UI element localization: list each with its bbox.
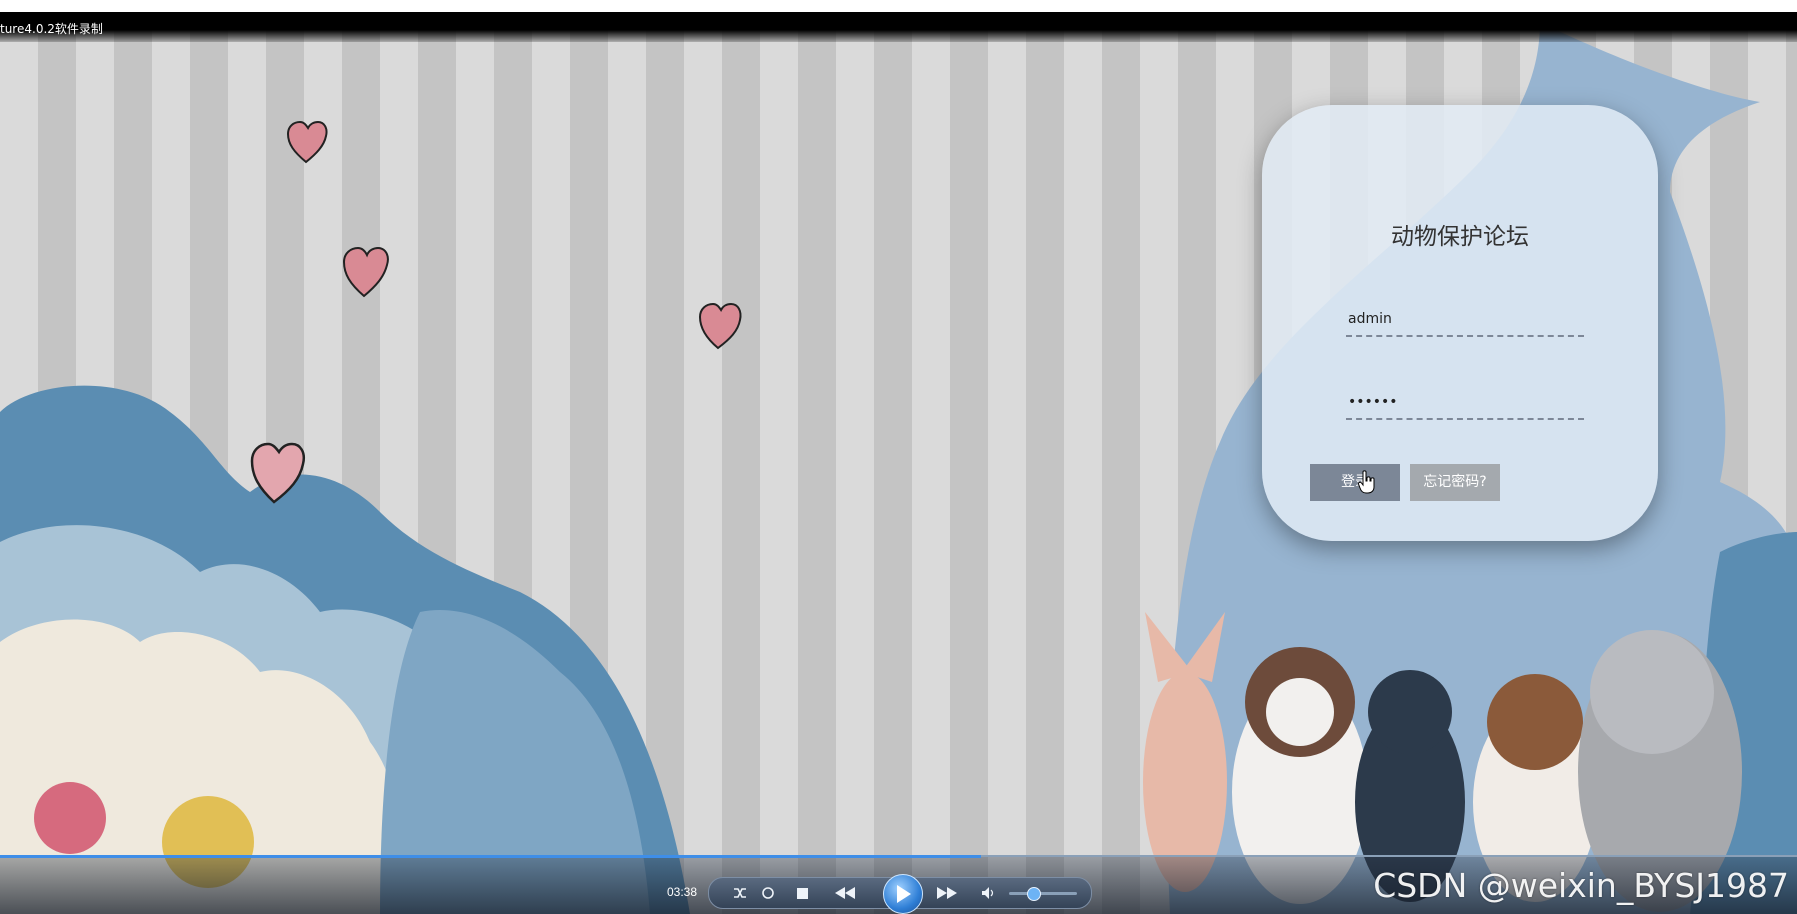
login-button[interactable]: 登录 — [1310, 464, 1400, 501]
recorder-title-bar: ture4.0.2软件录制 — [0, 12, 1797, 42]
csdn-watermark: CSDN @weixin_BYSJ1987 — [1373, 866, 1789, 905]
play-icon — [897, 885, 911, 903]
recorder-title: ture4.0.2软件录制 — [0, 22, 103, 36]
volume-slider[interactable] — [1009, 887, 1077, 901]
heart-icon — [286, 120, 328, 164]
playback-time: 03:38 — [667, 885, 698, 899]
repeat-icon[interactable] — [757, 878, 779, 908]
login-card: 动物保护论坛 admin •••••• 登录 忘记密码? — [1262, 105, 1658, 541]
volume-icon[interactable] — [977, 878, 999, 908]
password-input[interactable]: •••••• — [1346, 386, 1584, 420]
username-value: admin — [1348, 311, 1392, 327]
username-input[interactable]: admin — [1346, 303, 1584, 337]
volume-slider-thumb[interactable] — [1026, 887, 1041, 901]
shuffle-icon[interactable] — [729, 878, 751, 908]
hand-cursor-icon — [1358, 470, 1375, 494]
heart-icon — [698, 302, 742, 350]
site-title: 动物保护论坛 — [1391, 224, 1529, 250]
password-value: •••••• — [1348, 394, 1398, 410]
play-button[interactable] — [883, 874, 923, 914]
heart-icon — [342, 246, 389, 298]
fast-forward-icon[interactable] — [929, 878, 965, 908]
stop-icon[interactable] — [791, 878, 813, 908]
yarn-ball-pink — [34, 782, 106, 854]
controls-pill — [708, 874, 1092, 914]
seek-progress — [0, 855, 982, 858]
screen: ture4.0.2软件录制 动物保护论坛 admin •••••• 登录 忘记密… — [0, 0, 1797, 914]
rewind-icon[interactable] — [827, 878, 863, 908]
forgot-password-button[interactable]: 忘记密码? — [1410, 464, 1500, 501]
seek-bar[interactable] — [0, 855, 1797, 858]
